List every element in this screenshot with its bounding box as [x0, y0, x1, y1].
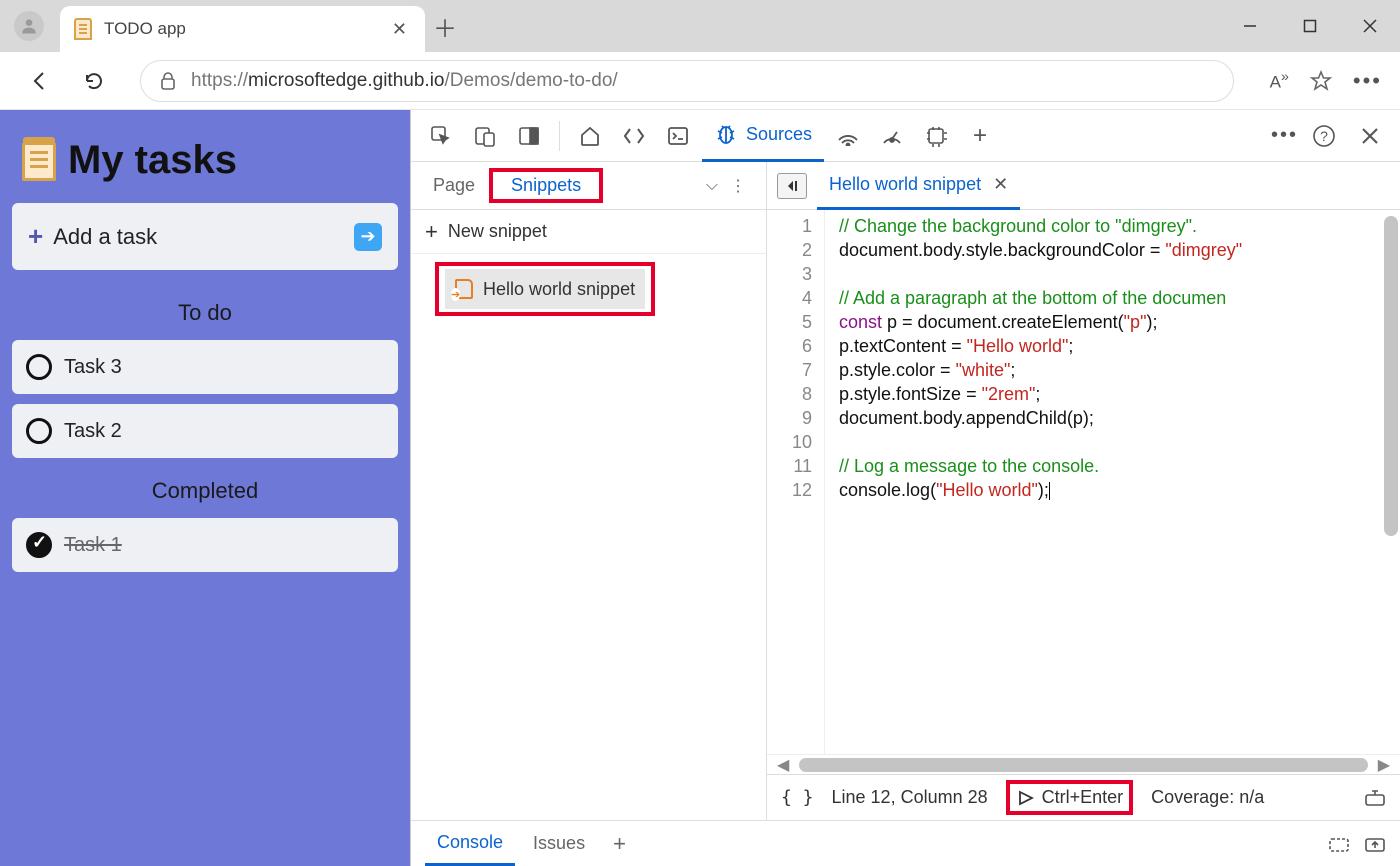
editor-tab[interactable]: Hello world snippet ✕	[817, 162, 1020, 210]
coverage-label: Coverage: n/a	[1151, 787, 1264, 808]
url-text: https://microsoftedge.github.io/Demos/de…	[191, 70, 618, 92]
bug-icon	[714, 123, 738, 145]
completed-section-label: Completed	[12, 468, 398, 518]
checkbox-icon[interactable]	[26, 354, 52, 380]
devtools-toolbar: Sources + ••• ?	[411, 110, 1400, 162]
dock-icon[interactable]	[509, 116, 549, 156]
more-icon[interactable]: •••	[1271, 124, 1298, 147]
task-text: Task 1	[64, 534, 122, 557]
more-tabs-icon[interactable]: +	[960, 116, 1000, 156]
close-icon[interactable]: ✕	[388, 15, 411, 44]
help-icon[interactable]: ?	[1304, 116, 1344, 156]
highlight-snippets: Snippets	[489, 168, 603, 203]
cursor-position: Line 12, Column 28	[832, 787, 988, 808]
welcome-icon[interactable]	[570, 116, 610, 156]
horizontal-scrollbar[interactable]: ◀ ▶	[767, 754, 1400, 774]
add-task-label: Add a task	[53, 224, 344, 250]
drawer-console-tab[interactable]: Console	[425, 822, 515, 866]
run-snippet-button[interactable]: Ctrl+Enter	[1016, 787, 1124, 808]
close-icon[interactable]: ✕	[993, 174, 1008, 195]
svg-text:?: ?	[1320, 128, 1328, 144]
line-gutter: 123456789101112	[767, 210, 825, 754]
clipboard-icon	[74, 18, 92, 40]
task-text: Task 2	[64, 420, 122, 443]
refresh-button[interactable]	[72, 59, 116, 103]
task-text: Task 3	[64, 356, 122, 379]
whats-new-icon[interactable]	[1328, 835, 1350, 853]
nav-snippets-tab[interactable]: Snippets	[499, 165, 593, 205]
more-icon[interactable]: ⋮	[720, 176, 756, 196]
add-task-input[interactable]: + Add a task ➔	[12, 203, 398, 270]
devtools-panel: Sources + ••• ? Page Snippets	[410, 110, 1400, 866]
elements-icon[interactable]	[614, 116, 654, 156]
task-item[interactable]: Task 2	[12, 404, 398, 458]
snippet-file-icon	[455, 279, 473, 299]
expand-drawer-icon[interactable]	[1364, 835, 1386, 853]
console-icon[interactable]	[658, 116, 698, 156]
close-devtools-icon[interactable]	[1350, 116, 1390, 156]
lock-icon	[159, 71, 177, 91]
more-icon[interactable]: •••	[1353, 68, 1382, 94]
plus-icon: +	[28, 221, 43, 252]
read-aloud-icon[interactable]: A»	[1270, 69, 1289, 93]
back-button[interactable]	[18, 59, 62, 103]
maximize-button[interactable]	[1280, 0, 1340, 52]
editor-status-bar: { } Line 12, Column 28 Ctrl+Enter Covera…	[767, 774, 1400, 820]
play-icon	[1016, 789, 1034, 807]
drawer-issues-tab[interactable]: Issues	[521, 823, 597, 864]
address-bar: https://microsoftedge.github.io/Demos/de…	[0, 52, 1400, 110]
todo-app: My tasks + Add a task ➔ To do Task 3 Tas…	[0, 110, 410, 866]
code-content[interactable]: // Change the background color to "dimgr…	[825, 210, 1400, 754]
minimize-button[interactable]	[1220, 0, 1280, 52]
favorite-icon[interactable]	[1309, 69, 1333, 93]
code-editor[interactable]: 123456789101112 // Change the background…	[767, 210, 1400, 754]
memory-icon[interactable]	[916, 116, 956, 156]
format-icon[interactable]: { }	[781, 787, 814, 808]
window-titlebar: TODO app ✕ ＋	[0, 0, 1400, 52]
toggle-navigator-button[interactable]	[777, 173, 807, 199]
plus-icon: +	[425, 219, 438, 245]
new-tab-button[interactable]: ＋	[425, 9, 465, 44]
tab-title: TODO app	[104, 19, 388, 39]
task-item[interactable]: Task 1	[12, 518, 398, 572]
profile-icon[interactable]	[14, 11, 44, 41]
chevron-down-icon[interactable]: ⌵	[706, 177, 718, 195]
close-window-button[interactable]	[1340, 0, 1400, 52]
checkbox-checked-icon[interactable]	[26, 532, 52, 558]
submit-icon[interactable]: ➔	[354, 223, 382, 251]
sources-tab[interactable]: Sources	[702, 110, 824, 162]
performance-icon[interactable]	[872, 116, 912, 156]
todo-section-label: To do	[12, 290, 398, 340]
nav-page-tab[interactable]: Page	[421, 165, 487, 206]
browser-tab[interactable]: TODO app ✕	[60, 6, 425, 52]
device-toggle-icon[interactable]	[465, 116, 505, 156]
snippet-item[interactable]: Hello world snippet	[445, 269, 645, 309]
highlight-run: Ctrl+Enter	[1006, 780, 1134, 815]
network-icon[interactable]	[828, 116, 868, 156]
highlight-snippet-item: Hello world snippet	[435, 262, 655, 316]
new-snippet-button[interactable]: + New snippet	[411, 210, 766, 254]
vertical-scrollbar[interactable]	[1384, 216, 1398, 536]
url-input[interactable]: https://microsoftedge.github.io/Demos/de…	[140, 60, 1234, 102]
inspect-icon[interactable]	[421, 116, 461, 156]
clipboard-icon	[22, 141, 56, 181]
checkbox-icon[interactable]	[26, 418, 52, 444]
sources-navigator: Page Snippets ⌵ ⋮ + New snippet	[411, 162, 767, 820]
devtools-drawer: Console Issues +	[411, 820, 1400, 866]
app-title: My tasks	[68, 138, 237, 183]
source-map-icon[interactable]	[1364, 789, 1386, 807]
task-item[interactable]: Task 3	[12, 340, 398, 394]
sources-editor: Hello world snippet ✕ 123456789101112 //…	[767, 162, 1400, 820]
window-controls	[1220, 0, 1400, 52]
plus-icon[interactable]: +	[603, 831, 636, 857]
